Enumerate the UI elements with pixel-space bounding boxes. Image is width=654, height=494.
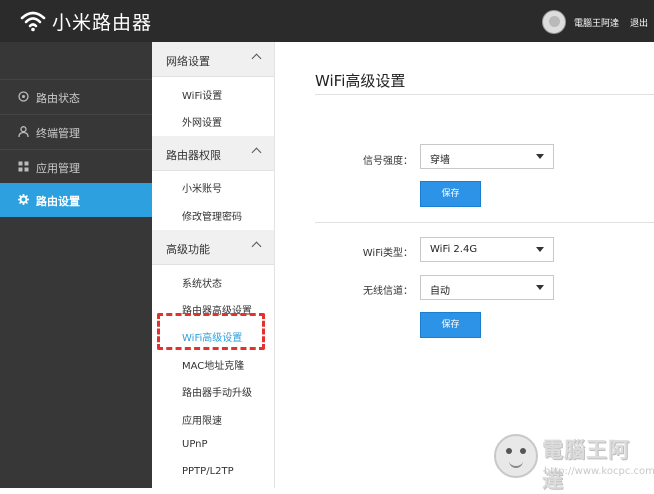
chevron-up-icon xyxy=(251,147,262,158)
subnav-item-upnp[interactable]: UPnP xyxy=(182,439,208,450)
wifi-icon xyxy=(20,11,46,32)
section-advanced-features[interactable]: 高级功能 xyxy=(152,230,274,265)
logout-link[interactable]: 退出 xyxy=(630,16,648,29)
sidebar-item-app-management[interactable]: 应用管理 xyxy=(0,149,152,183)
divider xyxy=(315,222,654,223)
wifi-type-select[interactable]: WiFi 2.4G xyxy=(420,237,554,262)
caret-down-icon xyxy=(536,154,544,159)
sidebar-item-device-management[interactable]: 终端管理 xyxy=(0,114,152,148)
avatar[interactable] xyxy=(542,10,566,34)
subnav-item-change-password[interactable]: 修改管理密码 xyxy=(182,208,242,223)
select-value: 穿墙 xyxy=(430,155,450,166)
wireless-channel-select[interactable]: 自动 xyxy=(420,275,554,300)
user-icon xyxy=(18,126,29,137)
sidebar-item-router-settings[interactable]: 路由设置 xyxy=(0,183,159,217)
main-panel: WiFi高级设置 信号强度： 穿墙 保存 WiFi类型： WiFi 2.4G 无… xyxy=(275,42,654,488)
sidebar-item-label: 路由状态 xyxy=(36,92,80,105)
subnav-item-wan-settings[interactable]: 外网设置 xyxy=(182,114,222,129)
section-title: 高级功能 xyxy=(166,243,210,256)
page-title: WiFi高级设置 xyxy=(315,72,406,90)
save-channel-button[interactable]: 保存 xyxy=(420,312,481,338)
subnav-item-app-speed-limit[interactable]: 应用限速 xyxy=(182,412,222,427)
sidebar-item-label: 应用管理 xyxy=(36,162,80,175)
subnav-item-pptp-l2tp[interactable]: PPTP/L2TP xyxy=(182,466,234,477)
subnav-item-mac-clone[interactable]: MAC地址克隆 xyxy=(182,357,244,372)
section-router-permissions[interactable]: 路由器权限 xyxy=(152,136,274,171)
brand-title: 小米路由器 xyxy=(52,12,153,34)
watermark: 電腦王阿達 http://www.kocpc.com.tw xyxy=(490,432,654,492)
sidebar-item-label: 路由设置 xyxy=(36,195,80,208)
highlight-box xyxy=(157,313,265,350)
chevron-up-icon xyxy=(251,241,262,252)
section-network-settings[interactable]: 网络设置 xyxy=(152,42,274,77)
sidebar-item-label: 终端管理 xyxy=(36,127,80,140)
settings-subnav: 网络设置 WiFi设置 外网设置 路由器权限 小米账号 修改管理密码 高级功能 … xyxy=(152,42,275,488)
signal-strength-select[interactable]: 穿墙 xyxy=(420,144,554,169)
caret-down-icon xyxy=(536,285,544,290)
sidebar-item-router-status[interactable]: 路由状态 xyxy=(0,79,152,113)
subnav-item-wifi-settings[interactable]: WiFi设置 xyxy=(182,87,222,102)
grid-icon xyxy=(18,161,29,172)
username[interactable]: 電腦王阿達 xyxy=(574,16,619,29)
gear-icon xyxy=(18,194,29,205)
select-value: 自动 xyxy=(430,286,450,297)
caret-down-icon xyxy=(536,247,544,252)
select-value: WiFi 2.4G xyxy=(430,244,478,255)
mascot-icon xyxy=(494,434,538,478)
wifi-type-label: WiFi类型： xyxy=(362,248,413,259)
gauge-icon xyxy=(18,91,29,102)
chevron-up-icon xyxy=(251,53,262,64)
subnav-item-manual-upgrade[interactable]: 路由器手动升级 xyxy=(182,384,252,399)
subnav-item-system-status[interactable]: 系统状态 xyxy=(182,275,222,290)
wireless-channel-label: 无线信道： xyxy=(363,286,413,297)
watermark-url: http://www.kocpc.com.tw xyxy=(544,466,654,477)
subnav-item-mi-account[interactable]: 小米账号 xyxy=(182,180,222,195)
section-title: 路由器权限 xyxy=(166,149,221,162)
sidebar: 路由状态 终端管理 应用管理 路由设置 xyxy=(0,42,159,488)
save-signal-button[interactable]: 保存 xyxy=(420,181,481,207)
signal-strength-label: 信号强度： xyxy=(363,156,413,167)
top-bar: 小米路由器 電腦王阿達 退出 xyxy=(0,0,654,42)
divider xyxy=(315,94,654,95)
watermark-title: 電腦王阿達 xyxy=(542,438,630,492)
section-title: 网络设置 xyxy=(166,55,210,68)
